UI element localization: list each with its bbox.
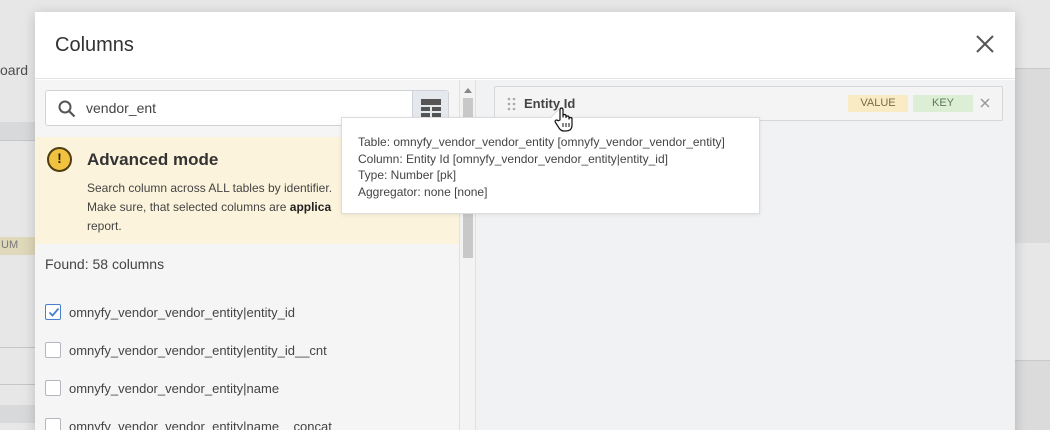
tooltip-type: Type: Number [pk] [358, 168, 457, 182]
column-checkbox[interactable] [45, 342, 61, 358]
column-list-item[interactable]: omnyfy_vendor_vendor_entity|entity_id__c… [45, 331, 449, 369]
warning-icon: ! [47, 147, 72, 172]
tooltip-column: Column: Entity Id [omnyfy_vendor_vendor_… [358, 151, 668, 166]
columns-modal: Columns vendor_ent ! Advanced mode Searc… [35, 12, 1015, 430]
grid-view-icon [421, 99, 441, 117]
scroll-up-arrow-icon[interactable] [464, 88, 472, 93]
remove-icon[interactable] [979, 97, 991, 109]
hand-cursor-icon [554, 107, 573, 132]
advanced-mode-emphasis: applica [289, 200, 332, 214]
column-label: omnyfy_vendor_vendor_entity|entity_id__c… [69, 342, 327, 358]
column-checkbox[interactable] [45, 304, 61, 320]
search-icon [58, 100, 76, 118]
close-button[interactable] [975, 34, 995, 54]
column-list-item[interactable]: omnyfy_vendor_vendor_entity|name__concat [45, 407, 449, 430]
column-checkbox[interactable] [45, 418, 61, 430]
tooltip-content: Table: omnyfy_vendor_vendor_entity [omny… [358, 134, 725, 200]
key-tag[interactable]: KEY [913, 95, 973, 112]
advanced-mode-text: Make sure, that selected columns are [87, 200, 290, 214]
modal-header: Columns [35, 12, 1015, 79]
column-label: omnyfy_vendor_vendor_entity|name [69, 380, 280, 396]
column-list-item[interactable]: omnyfy_vendor_vendor_entity|entity_id [45, 293, 449, 331]
column-list-item[interactable]: omnyfy_vendor_vendor_entity|name [45, 369, 449, 407]
modal-title: Columns [55, 34, 134, 56]
found-count: Found: 58 columns [45, 256, 165, 272]
column-label: omnyfy_vendor_vendor_entity|name__concat [69, 418, 332, 430]
advanced-mode-line: report. [87, 219, 122, 233]
column-checkbox[interactable] [45, 380, 61, 396]
tooltip-table: Table: omnyfy_vendor_vendor_entity [omny… [358, 135, 725, 149]
value-tag[interactable]: VALUE [848, 95, 908, 112]
column-info-tooltip: Table: omnyfy_vendor_vendor_entity [omny… [341, 108, 760, 214]
check-icon [48, 307, 60, 317]
column-list: omnyfy_vendor_vendor_entity|entity_id om… [45, 293, 449, 430]
drag-handle-icon[interactable] [507, 97, 516, 111]
tooltip-aggregator: Aggregator: none [none] [358, 184, 488, 199]
warning-icon-mark: ! [57, 150, 62, 166]
advanced-mode-title: Advanced mode [87, 150, 219, 169]
close-icon [976, 35, 994, 53]
column-label: omnyfy_vendor_vendor_entity|entity_id [69, 304, 295, 320]
